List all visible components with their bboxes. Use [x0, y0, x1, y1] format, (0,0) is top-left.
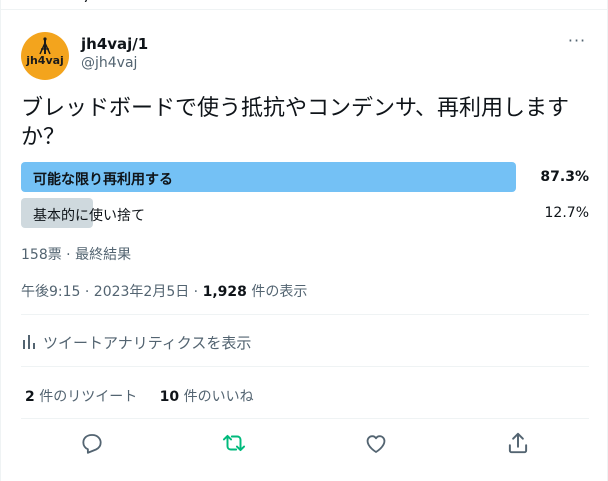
likes-label: 件のいいね — [179, 389, 254, 405]
like-button[interactable] — [363, 430, 389, 456]
analytics-icon — [21, 334, 39, 350]
engagement-stats: 2 件のリツイート 10 件のいいね — [25, 386, 272, 406]
retweets-count: 2 — [25, 389, 35, 405]
share-icon — [508, 432, 528, 454]
poll-option-label: 基本的に使い捨て — [33, 208, 145, 224]
poll-option-percent: 87.3% — [540, 169, 589, 185]
like-icon — [366, 435, 386, 453]
retweet-button[interactable] — [221, 430, 247, 456]
poll: 可能な限り再利用する 87.3% 基本的に使い捨て 12.7% — [21, 162, 589, 234]
tweet-actions — [1, 430, 608, 460]
divider — [21, 418, 589, 419]
likes-stat[interactable]: 10 件のいいね — [160, 389, 254, 405]
analytics-label: ツイートアナリティクスを表示 — [43, 334, 252, 352]
display-name[interactable]: jh4vaj/1 — [81, 35, 148, 53]
timestamp-text[interactable]: 午後9:15 · 2023年2月5日 · — [21, 284, 203, 300]
poll-option-2: 基本的に使い捨て 12.7% — [21, 198, 589, 228]
share-button[interactable] — [505, 430, 531, 456]
views-label: 件の表示 — [246, 284, 308, 300]
poll-option-1: 可能な限り再利用する 87.3% — [21, 162, 589, 192]
retweets-label: 件のリツイート — [34, 389, 138, 405]
reply-button[interactable] — [79, 430, 105, 456]
retweet-icon — [222, 434, 246, 452]
poll-option-percent: 12.7% — [544, 205, 589, 221]
poll-result-summary: 158票 · 最終結果 — [21, 247, 132, 263]
avatar-callsign: jh4vaj — [26, 54, 64, 67]
views-count: 1,928 — [202, 284, 247, 300]
retweets-stat[interactable]: 2 件のリツイート — [25, 389, 137, 405]
previous-tweet-fragment: ノ — [1, 0, 608, 10]
tweet-text: ブレッドボードで使う抵抗やコンデンサ、再利用しますか？ — [21, 96, 570, 150]
reply-icon — [82, 434, 102, 454]
poll-option-label: 可能な限り再利用する — [33, 172, 173, 188]
avatar[interactable]: jh4vaj — [21, 32, 69, 80]
analytics-link[interactable]: ツイートアナリティクスを表示 — [21, 332, 251, 353]
more-options-button[interactable]: ··· — [565, 33, 589, 54]
tweet-timestamp: 午後9:15 · 2023年2月5日 · 1,928 件の表示 — [21, 281, 307, 301]
tweet-card: ノ jh4vaj jh4vaj/1 @jh4vaj ··· ブレッドボードで使う… — [0, 0, 608, 481]
likes-count: 10 — [159, 389, 180, 405]
tweet-header: jh4vaj jh4vaj/1 @jh4vaj ··· — [21, 32, 591, 80]
divider — [21, 314, 589, 315]
divider — [21, 366, 589, 367]
user-handle[interactable]: @jh4vaj — [81, 55, 137, 71]
previous-tweet-text: ノ — [76, 0, 91, 2]
